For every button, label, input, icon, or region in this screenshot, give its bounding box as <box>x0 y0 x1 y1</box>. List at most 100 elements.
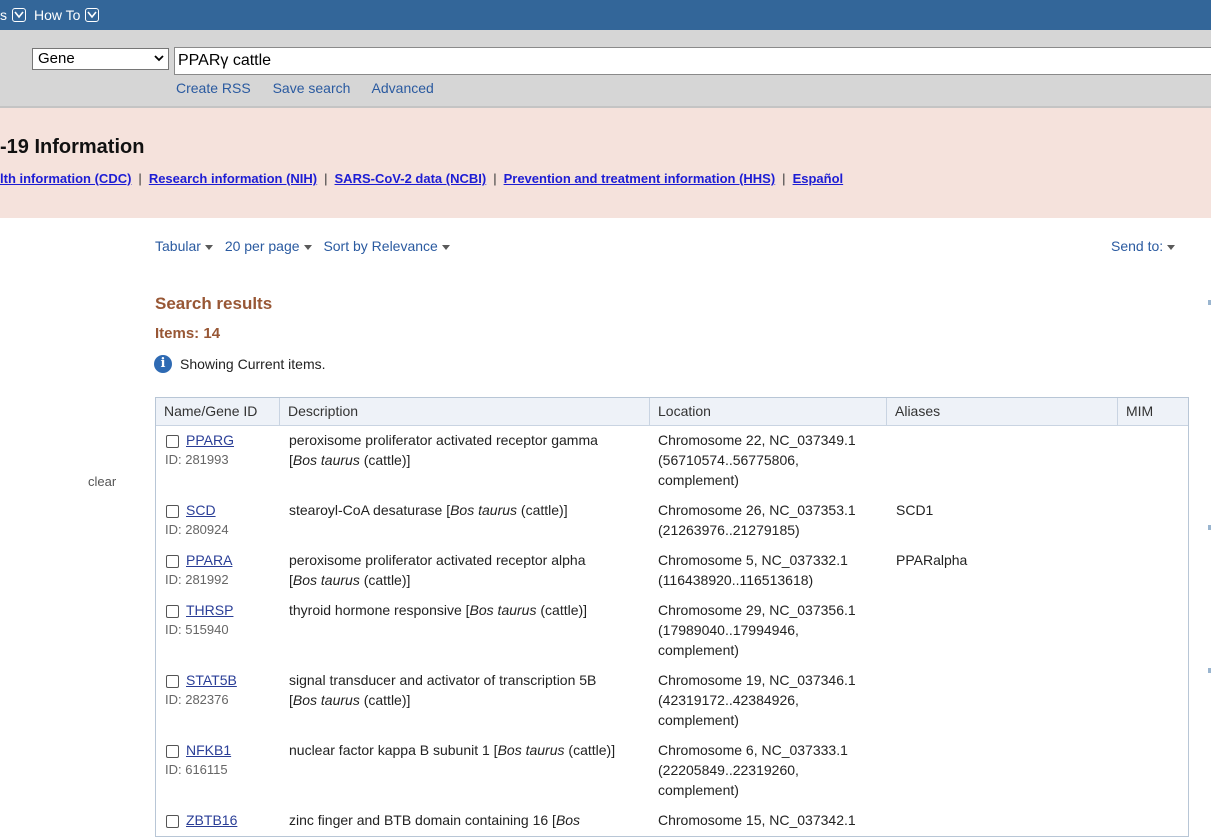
location-cell: Chromosome 29, NC_037356.1 (17989040..179… <box>658 600 884 660</box>
nav-howto-menu[interactable]: How To <box>34 7 100 23</box>
gene-symbol-link[interactable]: ZBTB16 <box>186 810 237 830</box>
species-suffix: (cattle)] <box>359 452 411 468</box>
caret-down-icon <box>303 244 312 250</box>
gene-symbol-link[interactable]: PPARA <box>186 550 232 570</box>
description-cell: signal transducer and activator of trans… <box>289 670 645 710</box>
send-to-label: Send to: <box>1111 238 1164 254</box>
location-line: complement) <box>658 782 739 798</box>
location-cell: Chromosome 5, NC_037332.1 (116438920..116… <box>658 550 884 590</box>
location-line: complement) <box>658 642 739 658</box>
species-name: Bos taurus <box>292 692 360 708</box>
location-line: Chromosome 29, NC_037356.1 <box>658 602 856 618</box>
chevron-down-icon <box>12 8 26 22</box>
row-select-checkbox[interactable] <box>166 505 179 518</box>
description-cell: stearoyl-CoA desaturase [Bos taurus (cat… <box>289 500 645 520</box>
col-header-aliases[interactable]: Aliases <box>887 398 1118 426</box>
nav-resources-menu[interactable]: s <box>0 7 26 23</box>
clear-filters-link[interactable]: clear <box>88 474 116 489</box>
separator: | <box>138 171 142 186</box>
covid-link-hhs[interactable]: Prevention and treatment information (HH… <box>504 171 776 186</box>
description-text: zinc finger and BTB domain containing 16… <box>289 812 556 828</box>
gene-symbol-link[interactable]: PPARG <box>186 430 234 450</box>
row-select-checkbox[interactable] <box>166 555 179 568</box>
top-nav-bar: s How To <box>0 0 1211 30</box>
location-cell: Chromosome 26, NC_037353.1 (21263976..212… <box>658 500 884 540</box>
location-cell: Chromosome 6, NC_037333.1 (22205849..2231… <box>658 740 884 800</box>
location-line: Chromosome 19, NC_037346.1 <box>658 672 856 688</box>
location-line: (17989040..17994946, <box>658 622 799 638</box>
advanced-search-link[interactable]: Advanced <box>372 80 434 96</box>
gene-symbol-link[interactable]: STAT5B <box>186 670 237 690</box>
description-text: thyroid hormone responsive [ <box>289 602 470 618</box>
location-cell: Chromosome 22, NC_037349.1 (56710574..567… <box>658 430 884 490</box>
location-line: complement) <box>658 712 739 728</box>
location-line: Chromosome 26, NC_037353.1 <box>658 502 856 518</box>
species-name: Bos taurus <box>469 602 537 618</box>
row-select-checkbox[interactable] <box>166 745 179 758</box>
per-page-label: 20 per page <box>224 238 300 254</box>
sort-dropdown[interactable]: Sort by Relevance <box>323 238 450 254</box>
description-species-line: [Bos taurus (cattle)] <box>289 692 411 708</box>
chevron-down-icon <box>154 55 164 62</box>
description-line: thyroid hormone responsive [Bos taurus (… <box>289 600 645 620</box>
database-select-value: Gene <box>38 50 75 67</box>
covid-link-ncbi[interactable]: SARS-CoV-2 data (NCBI) <box>335 171 487 186</box>
format-label: Tabular <box>155 238 201 254</box>
description-species-line: [Bos taurus (cattle)] <box>289 572 411 588</box>
col-header-description[interactable]: Description <box>280 398 650 426</box>
description-line: signal transducer and activator of trans… <box>289 672 597 688</box>
species-name: Bos taurus <box>450 502 518 518</box>
database-select[interactable]: Gene <box>32 48 169 70</box>
description-species-line: [Bos taurus (cattle)] <box>289 452 411 468</box>
description-line: zinc finger and BTB domain containing 16… <box>289 810 645 830</box>
species-suffix: (cattle)] <box>359 572 411 588</box>
location-line: Chromosome 22, NC_037349.1 <box>658 432 856 448</box>
description-cell: zinc finger and BTB domain containing 16… <box>289 810 645 830</box>
location-line: (21263976..21279185) <box>658 522 800 538</box>
caret-down-icon <box>1167 244 1176 250</box>
gene-symbol-link[interactable]: SCD <box>186 500 216 520</box>
col-header-mim[interactable]: MIM <box>1118 398 1188 426</box>
description-line: peroxisome proliferator activated recept… <box>289 432 598 448</box>
aliases-cell: SCD1 <box>896 502 934 518</box>
gene-id: ID: 281992 <box>165 572 229 587</box>
col-header-location[interactable]: Location <box>650 398 887 426</box>
description-line: stearoyl-CoA desaturase [Bos taurus (cat… <box>289 500 645 520</box>
location-line: complement) <box>658 472 739 488</box>
row-select-checkbox[interactable] <box>166 815 179 828</box>
format-dropdown[interactable]: Tabular <box>155 238 213 254</box>
row-select-checkbox[interactable] <box>166 605 179 618</box>
caret-down-icon <box>204 244 213 250</box>
location-cell: Chromosome 15, NC_037342.1 <box>658 810 884 830</box>
description-text: stearoyl-CoA desaturase [ <box>289 502 451 518</box>
description-text: nuclear factor kappa B subunit 1 [ <box>289 742 498 758</box>
items-count: Items: 14 <box>155 325 221 342</box>
col-header-name[interactable]: Name/Gene ID <box>156 398 280 426</box>
create-rss-link[interactable]: Create RSS <box>176 80 251 96</box>
covid-info-banner: -19 Information lth information (CDC) | Re… <box>0 108 1211 218</box>
display-settings-toolbar: Tabular 20 per page Sort by Relevance <box>155 238 458 254</box>
gene-symbol-link[interactable]: THRSP <box>186 600 233 620</box>
covid-link-cdc[interactable]: lth information (CDC) <box>0 171 131 186</box>
gene-id: ID: 616115 <box>165 762 228 777</box>
search-input[interactable]: PPARγ cattle <box>174 47 1211 75</box>
description-cell: peroxisome proliferator activated recept… <box>289 550 645 590</box>
gene-id: ID: 282376 <box>165 692 229 707</box>
covid-link-nih[interactable]: Research information (NIH) <box>149 171 317 186</box>
nav-howto-label: How To <box>34 7 81 23</box>
gene-symbol-link[interactable]: NFKB1 <box>186 740 231 760</box>
send-to-dropdown[interactable]: Send to: <box>1111 238 1176 254</box>
description-cell: thyroid hormone responsive [Bos taurus (… <box>289 600 645 620</box>
save-search-link[interactable]: Save search <box>273 80 351 96</box>
species-name: Bos taurus <box>292 452 360 468</box>
search-links: Create RSS Save search Advanced <box>176 80 452 96</box>
results-table: Name/Gene ID Description Location Aliase… <box>155 397 1189 837</box>
covid-banner-links: lth information (CDC) | Research informati… <box>0 171 843 186</box>
search-input-value: PPARγ cattle <box>178 52 272 69</box>
separator: | <box>324 171 328 186</box>
row-select-checkbox[interactable] <box>166 435 179 448</box>
per-page-dropdown[interactable]: 20 per page <box>225 238 312 254</box>
covid-link-espanol[interactable]: Español <box>793 171 844 186</box>
location-line: (42319172..42384926, <box>658 692 799 708</box>
row-select-checkbox[interactable] <box>166 675 179 688</box>
